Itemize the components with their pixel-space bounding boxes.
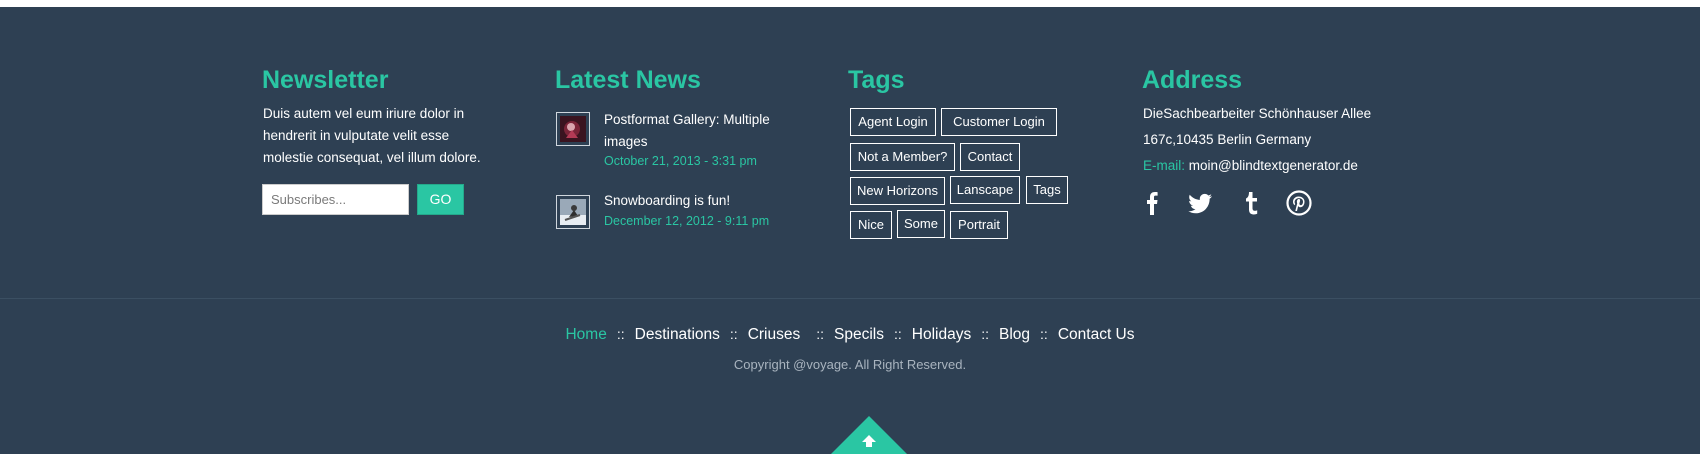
address-street: DieSachbearbeiter Schönhauser Allee xyxy=(1143,106,1372,121)
nav-contact-us[interactable]: Contact Us xyxy=(1058,326,1135,343)
nav-separator: :: xyxy=(616,326,625,342)
newsletter-text: Duis autem vel eum iriure dolor in hendr… xyxy=(263,106,481,165)
latest-news-title: Latest News xyxy=(555,66,701,94)
tags-section: Tags xyxy=(848,64,905,96)
subscribe-input[interactable] xyxy=(262,184,409,215)
email-link[interactable]: moin@blindtextgenerator.de xyxy=(1189,158,1358,173)
news-date: October 21, 2013 - 3:31 pm xyxy=(604,154,757,168)
footer-divider xyxy=(0,298,1700,299)
newsletter-section: Newsletter xyxy=(262,64,388,96)
address-email-row: E-mail: moin@blindtextgenerator.de xyxy=(1143,158,1358,173)
pinterest-icon[interactable] xyxy=(1286,190,1312,216)
nav-criuses[interactable]: Criuses xyxy=(748,326,801,343)
tag-contact[interactable]: Contact xyxy=(960,143,1020,171)
news-date: December 12, 2012 - 9:11 pm xyxy=(604,214,770,228)
tag-some[interactable]: Some xyxy=(897,210,945,238)
nav-blog[interactable]: Blog xyxy=(999,326,1030,343)
tag-tags[interactable]: Tags xyxy=(1026,176,1068,204)
arrow-up-icon xyxy=(862,435,876,447)
newsletter-title: Newsletter xyxy=(262,66,389,94)
nav-specils[interactable]: Specils xyxy=(834,326,884,343)
email-label: E-mail: xyxy=(1143,158,1186,173)
nav-separator: :: xyxy=(729,326,738,342)
tag-agent-login[interactable]: Agent Login xyxy=(850,108,936,136)
top-border xyxy=(0,0,1700,7)
news-title[interactable]: Snowboarding is fun! xyxy=(604,190,794,212)
address-city: 167c,10435 Berlin Germany xyxy=(1143,132,1312,147)
tag-portrait[interactable]: Portrait xyxy=(950,211,1008,239)
facebook-icon[interactable] xyxy=(1140,190,1166,216)
tumblr-icon[interactable] xyxy=(1238,190,1264,216)
snowboard-photo-icon[interactable] xyxy=(556,195,590,229)
news-title[interactable]: Postformat Gallery: Multiple images xyxy=(604,109,794,153)
nav-holidays[interactable]: Holidays xyxy=(912,326,971,343)
tag-customer-login[interactable]: Customer Login xyxy=(941,108,1057,136)
nav-separator: :: xyxy=(894,326,902,342)
footer-nav: Home:: Destinations:: Criuses:: Specils:: Ho… xyxy=(0,326,1700,344)
address-title: Address xyxy=(1142,66,1243,94)
tag-nice[interactable]: Nice xyxy=(850,211,892,239)
nav-home[interactable]: Home xyxy=(565,326,606,343)
nav-separator: :: xyxy=(816,326,825,342)
tags-title: Tags xyxy=(848,66,905,94)
nav-separator: :: xyxy=(981,326,990,342)
address-section: Address xyxy=(1142,64,1242,96)
copyright-text: Copyright @voyage. All Right Reserved. xyxy=(733,357,967,372)
nav-destinations[interactable]: Destinations xyxy=(635,326,720,343)
nav-separator: :: xyxy=(1040,326,1048,342)
subscribe-go-button[interactable]: GO xyxy=(417,184,464,215)
tag-not-a-member[interactable]: Not a Member? xyxy=(850,143,955,171)
tag-new-horizons[interactable]: New Horizons xyxy=(850,177,945,205)
latest-news-section: Latest News xyxy=(555,64,701,96)
twitter-icon[interactable] xyxy=(1187,190,1213,216)
tag-lanscape[interactable]: Lanscape xyxy=(950,176,1020,204)
gallery-photo-icon[interactable] xyxy=(556,112,590,146)
